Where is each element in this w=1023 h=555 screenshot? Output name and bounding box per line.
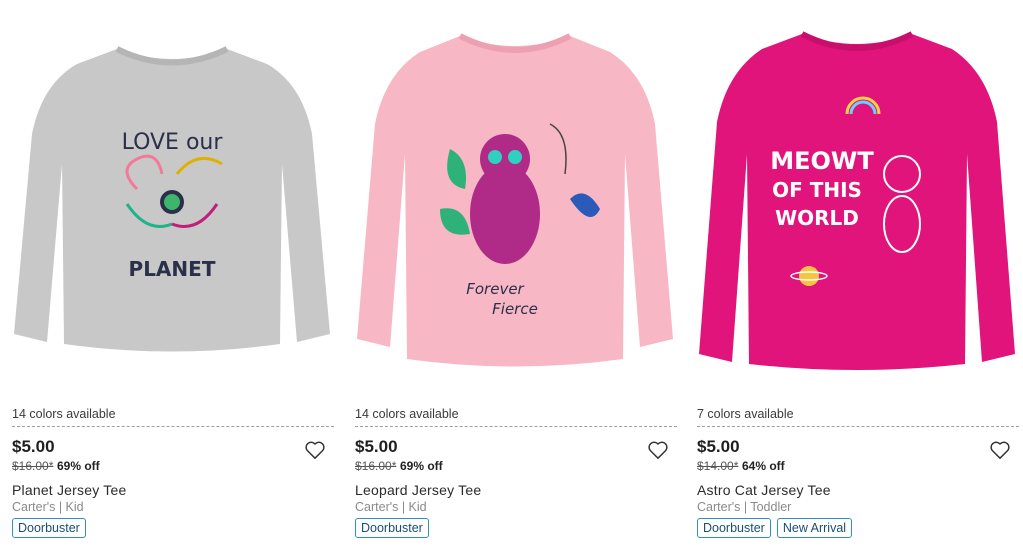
brand-line: Carter's | Toddler	[697, 500, 792, 514]
badge-list: Doorbuster	[355, 518, 429, 538]
product-card[interactable]: LOVE our PLANET 14 colors available $5.0…	[12, 0, 345, 555]
product-name[interactable]: Planet Jersey Tee	[12, 482, 126, 498]
colors-available: 7 colors available	[697, 407, 794, 421]
graphic-line-2: PLANET	[129, 257, 216, 281]
tshirt-image: LOVE our PLANET	[14, 46, 330, 352]
brand-line: Carter's | Kid	[12, 500, 84, 514]
graphic-line-2: OF THIS	[772, 178, 862, 202]
divider	[697, 426, 1019, 427]
product-grid: LOVE our PLANET 14 colors available $5.0…	[0, 0, 1023, 555]
discount-label: 64% off	[742, 459, 785, 473]
favorite-button[interactable]	[304, 440, 326, 460]
colors-available: 14 colors available	[12, 407, 116, 421]
product-card[interactable]: Forever Fierce 14 colors available $5.00…	[355, 0, 688, 555]
heart-outline-icon	[990, 441, 1010, 459]
badge-doorbuster: Doorbuster	[697, 518, 771, 538]
original-price: $16.00*	[355, 459, 397, 473]
sale-price: $5.00	[697, 437, 740, 456]
discount-label: 69% off	[400, 459, 443, 473]
original-price: $16.00*	[12, 459, 54, 473]
product-image[interactable]: MEOWT OF THIS WORLD	[697, 14, 1017, 384]
graphic-line-1: Forever	[466, 280, 524, 298]
sale-price: $5.00	[355, 437, 398, 456]
badge-new-arrival: New Arrival	[776, 518, 853, 538]
sale-price: $5.00	[12, 437, 55, 456]
favorite-button[interactable]	[989, 440, 1011, 460]
favorite-button[interactable]	[647, 440, 669, 460]
graphic-line-3: WORLD	[775, 206, 859, 230]
product-name[interactable]: Astro Cat Jersey Tee	[697, 482, 831, 498]
product-card[interactable]: MEOWT OF THIS WORLD 7 colors available $…	[697, 0, 1023, 555]
divider	[12, 426, 334, 427]
graphic-line-1: MEOWT	[770, 147, 874, 175]
colors-available: 14 colors available	[355, 407, 459, 421]
badge-doorbuster: Doorbuster	[355, 518, 429, 538]
tshirt-image: Forever Fierce	[357, 33, 673, 367]
heart-outline-icon	[305, 441, 325, 459]
badge-list: Doorbuster	[12, 518, 86, 538]
graphic-line-1: LOVE our	[122, 130, 224, 155]
discount-label: 69% off	[57, 459, 100, 473]
product-image[interactable]: LOVE our PLANET	[12, 14, 332, 384]
badge-list: Doorbuster New Arrival	[697, 518, 853, 538]
original-price: $14.00*	[697, 459, 739, 473]
badge-doorbuster: Doorbuster	[12, 518, 86, 538]
product-name[interactable]: Leopard Jersey Tee	[355, 482, 481, 498]
brand-line: Carter's | Kid	[355, 500, 427, 514]
product-image[interactable]: Forever Fierce	[355, 14, 675, 384]
divider	[355, 426, 677, 427]
tshirt-image: MEOWT OF THIS WORLD	[699, 31, 1015, 370]
graphic-line-2: Fierce	[492, 300, 538, 318]
heart-outline-icon	[648, 441, 668, 459]
